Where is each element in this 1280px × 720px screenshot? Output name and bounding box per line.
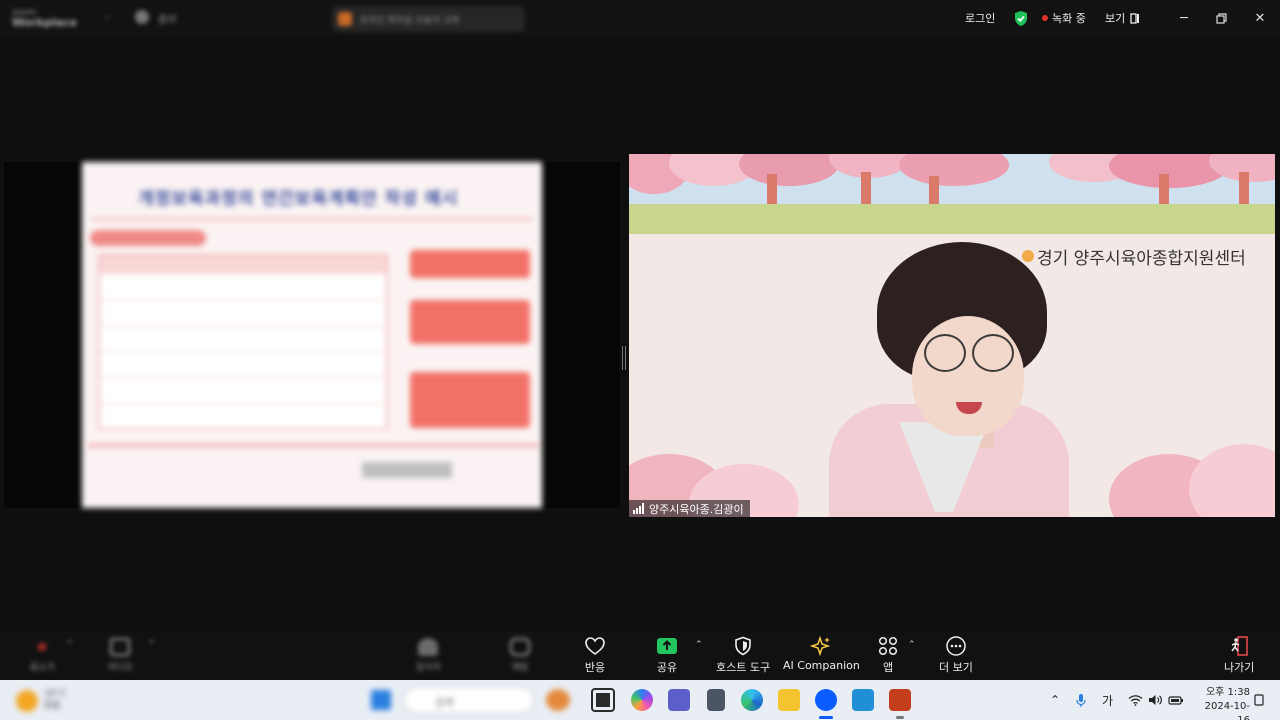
- more-button[interactable]: 더 보기: [939, 636, 973, 675]
- reader-app-icon[interactable]: [852, 689, 874, 711]
- slide-title: 개정보육과정의 연간보육계획안 작성 예시: [138, 189, 459, 209]
- maximize-icon[interactable]: [1211, 8, 1231, 28]
- wifi-icon[interactable]: [1128, 680, 1143, 720]
- presentation-slide: 개정보육과정의 연간보육계획안 작성 예시: [82, 162, 542, 508]
- more-dots-icon: [946, 636, 966, 656]
- taskbar-widget-icon[interactable]: [546, 689, 570, 711]
- zoom-window: zoom Workplace ⌄ 홈바 온라인 회의실 오늘의 교육 로그인 녹…: [0, 0, 1280, 720]
- apps-grid-icon: [878, 636, 898, 656]
- mute-options-chevron-icon[interactable]: ⌃: [66, 640, 74, 650]
- clock-date: 2024-10-16: [1204, 701, 1250, 720]
- zoom-workplace-logo: zoom Workplace: [12, 8, 78, 29]
- ime-indicator[interactable]: 가: [1102, 680, 1113, 720]
- clock-time: 오후 1:38: [1205, 687, 1250, 698]
- zoom-app-icon[interactable]: [815, 689, 837, 711]
- start-windows-icon[interactable]: [371, 690, 391, 710]
- file-explorer-icon[interactable]: [778, 689, 800, 711]
- avatar[interactable]: [135, 10, 149, 24]
- weather-icon[interactable]: [16, 690, 38, 712]
- speaker-volume-icon[interactable]: [1148, 680, 1163, 720]
- participant-video[interactable]: 경기 양주시육아종합지원센터 양주시육아종.김광이: [629, 154, 1275, 517]
- user-label: 홈바: [158, 15, 177, 26]
- slide-bottom-line: [88, 444, 538, 447]
- encryption-shield-icon[interactable]: [1013, 0, 1029, 36]
- apps-options-chevron-icon[interactable]: ⌃: [908, 640, 916, 650]
- login-button[interactable]: 로그인: [965, 0, 995, 36]
- edge-browser-icon[interactable]: [741, 689, 763, 711]
- leave-button[interactable]: 나가기: [1224, 636, 1254, 675]
- taskbar-left-blurred: 16°C 맑음 검색: [0, 680, 586, 720]
- glasses-right: [972, 334, 1014, 372]
- heart-icon: [585, 637, 605, 655]
- powerpoint-icon[interactable]: [889, 689, 911, 711]
- microphone-icon: [32, 638, 53, 656]
- people-icon: [418, 638, 439, 656]
- teams-icon[interactable]: [668, 689, 690, 711]
- connection-signal-icon: [633, 503, 645, 514]
- minimize-icon[interactable]: ─: [1174, 8, 1194, 28]
- meeting-toolbar: 음소거 ⌃ 비디오 ⌃ 참가자 채팅 반응 공유 ⌃ 호스트 도구 AI Com…: [0, 630, 1280, 680]
- share-arrow-icon: [657, 638, 677, 654]
- center-logo-icon: [1022, 250, 1034, 262]
- slide-pill: [90, 230, 206, 246]
- host-tools-button[interactable]: 호스트 도구: [716, 636, 770, 675]
- reactions-button[interactable]: 반응: [584, 636, 606, 675]
- slide-callout: [410, 300, 530, 344]
- participants-button[interactable]: 참가자: [416, 638, 441, 673]
- shield-icon: [735, 636, 751, 656]
- copilot-icon[interactable]: [631, 689, 653, 711]
- camera-icon: [110, 638, 131, 656]
- open-app-indicator: [896, 716, 904, 719]
- chat-bubble-icon: [510, 638, 530, 656]
- video-options-chevron-icon[interactable]: ⌃: [148, 640, 156, 650]
- tray-overflow-chevron-icon[interactable]: ⌃: [1050, 680, 1060, 720]
- slide-table: [98, 254, 388, 430]
- exit-door-icon: [1231, 636, 1248, 656]
- chat-button[interactable]: 채팅: [510, 638, 530, 673]
- slide-note: [362, 462, 452, 478]
- microphone-tray-icon[interactable]: [1076, 680, 1086, 720]
- title-bar: zoom Workplace ⌄ 홈바 온라인 회의실 오늘의 교육 로그인 녹…: [0, 0, 1280, 36]
- sparkle-icon: [810, 636, 831, 656]
- speaker-face: [912, 316, 1024, 436]
- share-screen-button[interactable]: 공유: [656, 636, 678, 675]
- calculator-icon[interactable]: [707, 689, 725, 711]
- apps-button[interactable]: 앱: [877, 636, 899, 675]
- glasses-left: [924, 334, 966, 372]
- view-layout-icon: [1130, 12, 1140, 24]
- panel-resize-handle[interactable]: [622, 346, 626, 370]
- notification-bell-icon[interactable]: [1254, 680, 1264, 720]
- task-view-icon[interactable]: [591, 688, 615, 712]
- center-banner-text: 경기 양주시육아종합지원센터: [1037, 249, 1246, 269]
- backdrop-grass: [629, 204, 1275, 234]
- active-app-indicator: [819, 716, 833, 719]
- slide-callout: [410, 372, 530, 428]
- battery-icon[interactable]: [1168, 680, 1184, 720]
- mute-button[interactable]: 음소거: [30, 638, 55, 673]
- taskbar-search[interactable]: 검색: [404, 687, 534, 713]
- chevron-down-icon[interactable]: ⌄: [103, 11, 111, 22]
- meeting-icon: [338, 12, 352, 26]
- view-button[interactable]: 보기: [1105, 0, 1140, 36]
- close-icon[interactable]: ✕: [1250, 8, 1270, 28]
- slide-callout: [410, 250, 530, 278]
- shared-screen: 개정보육과정의 연간보육계획안 작성 예시: [4, 162, 620, 508]
- ai-companion-button[interactable]: AI Companion: [783, 636, 860, 672]
- meeting-title-pill[interactable]: 온라인 회의실 오늘의 교육: [332, 6, 525, 32]
- slide-divider: [92, 218, 532, 220]
- video-button[interactable]: 비디오: [108, 638, 133, 673]
- windows-taskbar: 16°C 맑음 검색 ⌃ 가 오후 1:38 2024-10-: [0, 680, 1280, 720]
- weather-widget[interactable]: 16°C 맑음: [44, 688, 66, 712]
- taskbar-clock[interactable]: 오후 1:38 2024-10-16: [1194, 686, 1250, 720]
- record-dot-icon: [1042, 15, 1048, 21]
- recording-indicator[interactable]: 녹화 중: [1042, 0, 1086, 36]
- participant-name-tag: 양주시육아종.김광이: [629, 500, 750, 517]
- share-options-chevron-icon[interactable]: ⌃: [695, 640, 703, 650]
